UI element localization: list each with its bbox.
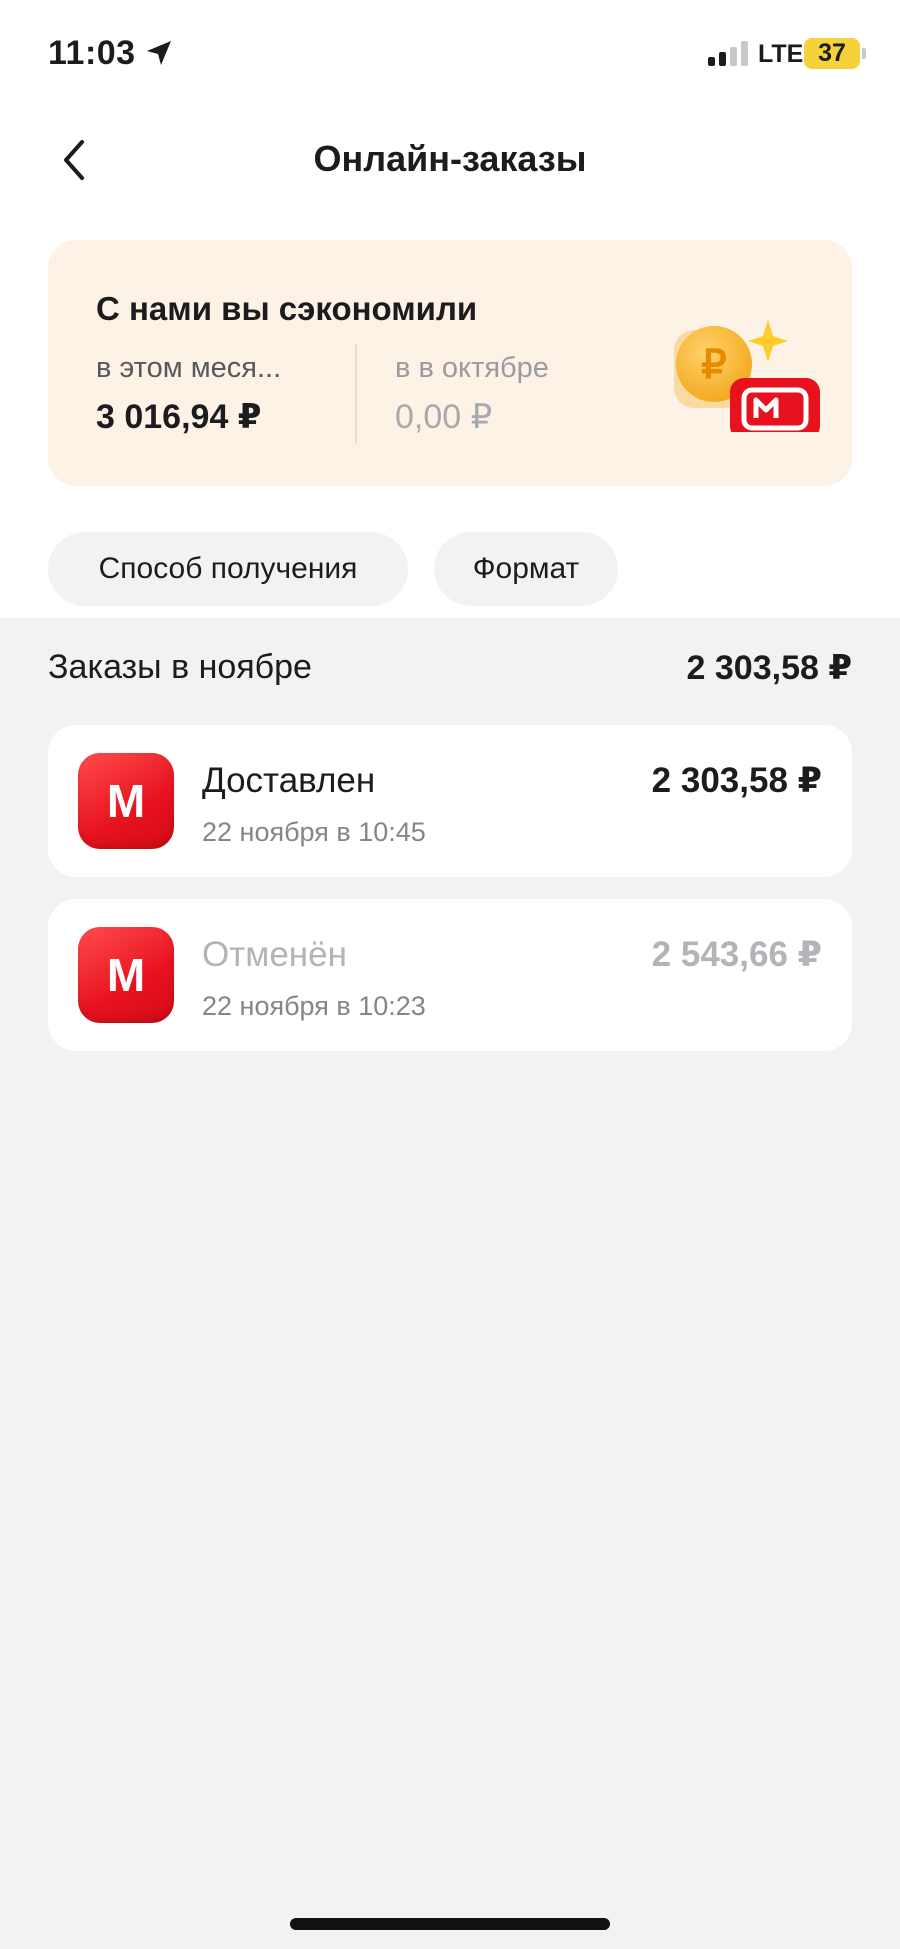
order-status: Отменён — [202, 935, 347, 974]
order-amount: 2 303,58 ₽ — [651, 761, 822, 800]
m-letter-icon: M — [107, 775, 145, 827]
savings-current-label: в этом меся... — [96, 352, 282, 384]
savings-card: С нами вы сэкономили в этом меся... 3 01… — [48, 240, 852, 486]
store-logo-icon: M — [78, 927, 174, 1023]
order-card-cancelled[interactable]: M Отменён 22 ноября в 10:23 2 543,66 ₽ — [48, 899, 852, 1051]
status-bar: 11:03 LTE 37 — [0, 0, 900, 110]
section-title: Заказы в ноябре — [48, 648, 312, 686]
cellular-signal-icon — [708, 40, 750, 66]
home-indicator[interactable] — [290, 1918, 610, 1930]
savings-current-month: в этом меся... 3 016,94 ₽ — [96, 352, 328, 437]
filter-delivery-method[interactable]: Способ получения — [48, 532, 408, 606]
ruble-coin-icon: ₽ — [674, 320, 820, 432]
section-total: 2 303,58 ₽ — [686, 649, 852, 687]
order-date: 22 ноября в 10:45 — [202, 817, 426, 847]
m-letter-icon: M — [107, 949, 145, 1001]
logo-letter: M — [107, 775, 145, 827]
store-logo-icon: M — [78, 753, 174, 849]
order-amount: 2 543,66 ₽ — [651, 935, 822, 974]
page-title: Онлайн-заказы — [313, 138, 587, 179]
order-date: 22 ноября в 10:23 — [202, 991, 426, 1021]
savings-current-value: 3 016,94 ₽ — [96, 398, 262, 436]
savings-previous-label: в в октябре — [395, 352, 549, 384]
svg-text:₽: ₽ — [701, 343, 726, 387]
order-status: Доставлен — [202, 761, 376, 800]
savings-previous-value: 0,00 ₽ — [395, 398, 493, 436]
battery-icon: 37 — [804, 38, 866, 69]
location-arrow-icon — [147, 41, 171, 65]
logo-letter: M — [107, 949, 145, 1001]
network-type: LTE — [758, 40, 804, 68]
status-time: 11:03 — [48, 34, 136, 72]
savings-divider — [355, 344, 357, 444]
order-card-delivered[interactable]: M Доставлен 22 ноября в 10:45 2 303,58 ₽ — [48, 725, 852, 877]
savings-title: С нами вы сэкономили — [96, 290, 478, 327]
savings-previous-month: в в октябре 0,00 ₽ — [395, 352, 645, 437]
filter-format[interactable]: Формат — [434, 532, 618, 606]
